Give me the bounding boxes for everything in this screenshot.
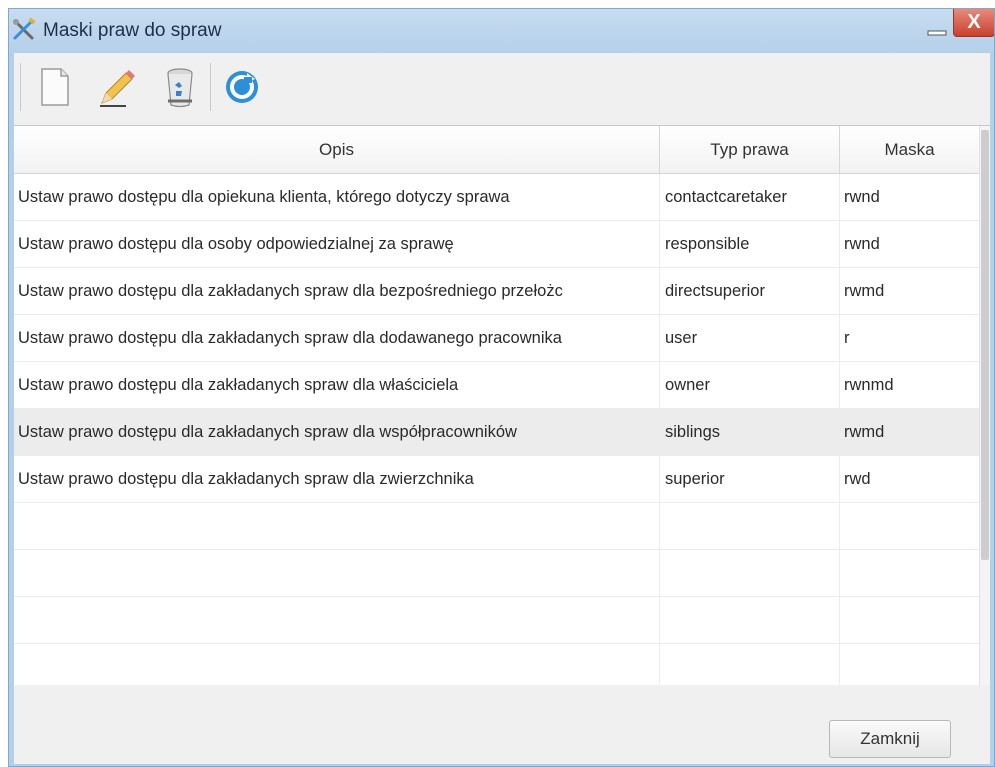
table-row-empty [14, 644, 979, 686]
column-header-typ-prawa[interactable]: Typ prawa [660, 126, 840, 174]
masks-table: Opis Typ prawa Maska Ustaw prawo dostępu… [14, 125, 990, 686]
cell-opis: Ustaw prawo dostępu dla opiekuna klienta… [14, 174, 660, 220]
cell-opis [14, 503, 660, 549]
cell-maska [840, 644, 979, 686]
cell-opis: Ustaw prawo dostępu dla zakładanych spra… [14, 362, 660, 408]
cell-opis [14, 644, 660, 686]
cell-opis: Ustaw prawo dostępu dla zakładanych spra… [14, 268, 660, 314]
column-header-opis[interactable]: Opis [14, 126, 660, 174]
cell-maska [840, 550, 979, 596]
toolbar-separator [210, 63, 211, 111]
cell-typ-prawa [660, 597, 840, 643]
cell-typ-prawa: user [660, 315, 840, 361]
delete-trash-icon[interactable] [160, 65, 200, 109]
cell-opis [14, 597, 660, 643]
toolbar-separator [20, 63, 21, 111]
table-row-empty [14, 503, 979, 550]
cell-typ-prawa: directsuperior [660, 268, 840, 314]
minimize-button[interactable] [922, 17, 952, 41]
table-row-selected[interactable]: Ustaw prawo dostępu dla zakładanych spra… [14, 409, 979, 456]
cell-typ-prawa [660, 644, 840, 686]
cell-typ-prawa [660, 550, 840, 596]
column-header-maska[interactable]: Maska [840, 126, 979, 174]
close-button[interactable]: Zamknij [829, 720, 951, 758]
cell-maska: rwmd [844, 282, 885, 300]
dialog-client-area: Opis Typ prawa Maska Ustaw prawo dostępu… [14, 53, 990, 764]
cell-opis: Ustaw prawo dostępu dla osoby odpowiedzi… [14, 221, 660, 267]
edit-pencil-icon[interactable] [96, 65, 136, 109]
close-window-button[interactable]: X [953, 9, 994, 37]
new-document-icon[interactable] [34, 65, 74, 109]
refresh-icon[interactable] [222, 65, 262, 109]
cell-typ-prawa: siblings [660, 409, 840, 455]
cell-opis: Ustaw prawo dostępu dla zakładanych spra… [14, 456, 660, 502]
table-row[interactable]: Ustaw prawo dostępu dla zakładanych spra… [14, 268, 979, 315]
cell-typ-prawa: responsible [660, 221, 840, 267]
table-row[interactable]: Ustaw prawo dostępu dla zakładanych spra… [14, 456, 979, 503]
table-row-empty [14, 550, 979, 597]
cell-maska: rwnmd [844, 376, 894, 394]
cell-maska [840, 597, 979, 643]
table-row-empty [14, 597, 979, 644]
scrollbar-thumb[interactable] [981, 130, 989, 560]
cell-typ-prawa: superior [660, 456, 840, 502]
toolbar [14, 53, 990, 125]
table-body: Ustaw prawo dostępu dla opiekuna klienta… [14, 174, 979, 686]
cell-opis: Ustaw prawo dostępu dla zakładanych spra… [14, 315, 660, 361]
cell-typ-prawa: contactcaretaker [660, 174, 840, 220]
cell-opis [14, 550, 660, 596]
cell-opis: Ustaw prawo dostępu dla zakładanych spra… [14, 409, 660, 455]
cell-typ-prawa: owner [660, 362, 840, 408]
table-row[interactable]: Ustaw prawo dostępu dla osoby odpowiedzi… [14, 221, 979, 268]
cell-typ-prawa [660, 503, 840, 549]
cell-maska: r [844, 329, 850, 347]
vertical-scrollbar[interactable] [979, 126, 990, 686]
cell-maska: rwmd [844, 423, 885, 441]
cell-maska: rwnd [844, 188, 880, 206]
close-icon: X [967, 11, 981, 33]
window-title: Maski praw do spraw [43, 20, 222, 41]
tools-icon [13, 17, 36, 40]
cell-maska: rwnd [844, 235, 880, 253]
title-bar[interactable]: Maski praw do spraw X [9, 9, 994, 53]
table-row[interactable]: Ustaw prawo dostępu dla zakładanych spra… [14, 315, 979, 362]
dialog-window: Maski praw do spraw X Opis Typ prawa Mas… [8, 8, 995, 767]
table-row[interactable]: Ustaw prawo dostępu dla opiekuna klienta… [14, 174, 979, 221]
cell-maska: rwd [844, 470, 871, 488]
cell-maska [840, 503, 979, 549]
dialog-footer: Zamknij [14, 685, 990, 764]
table-row[interactable]: Ustaw prawo dostępu dla zakładanych spra… [14, 362, 979, 409]
